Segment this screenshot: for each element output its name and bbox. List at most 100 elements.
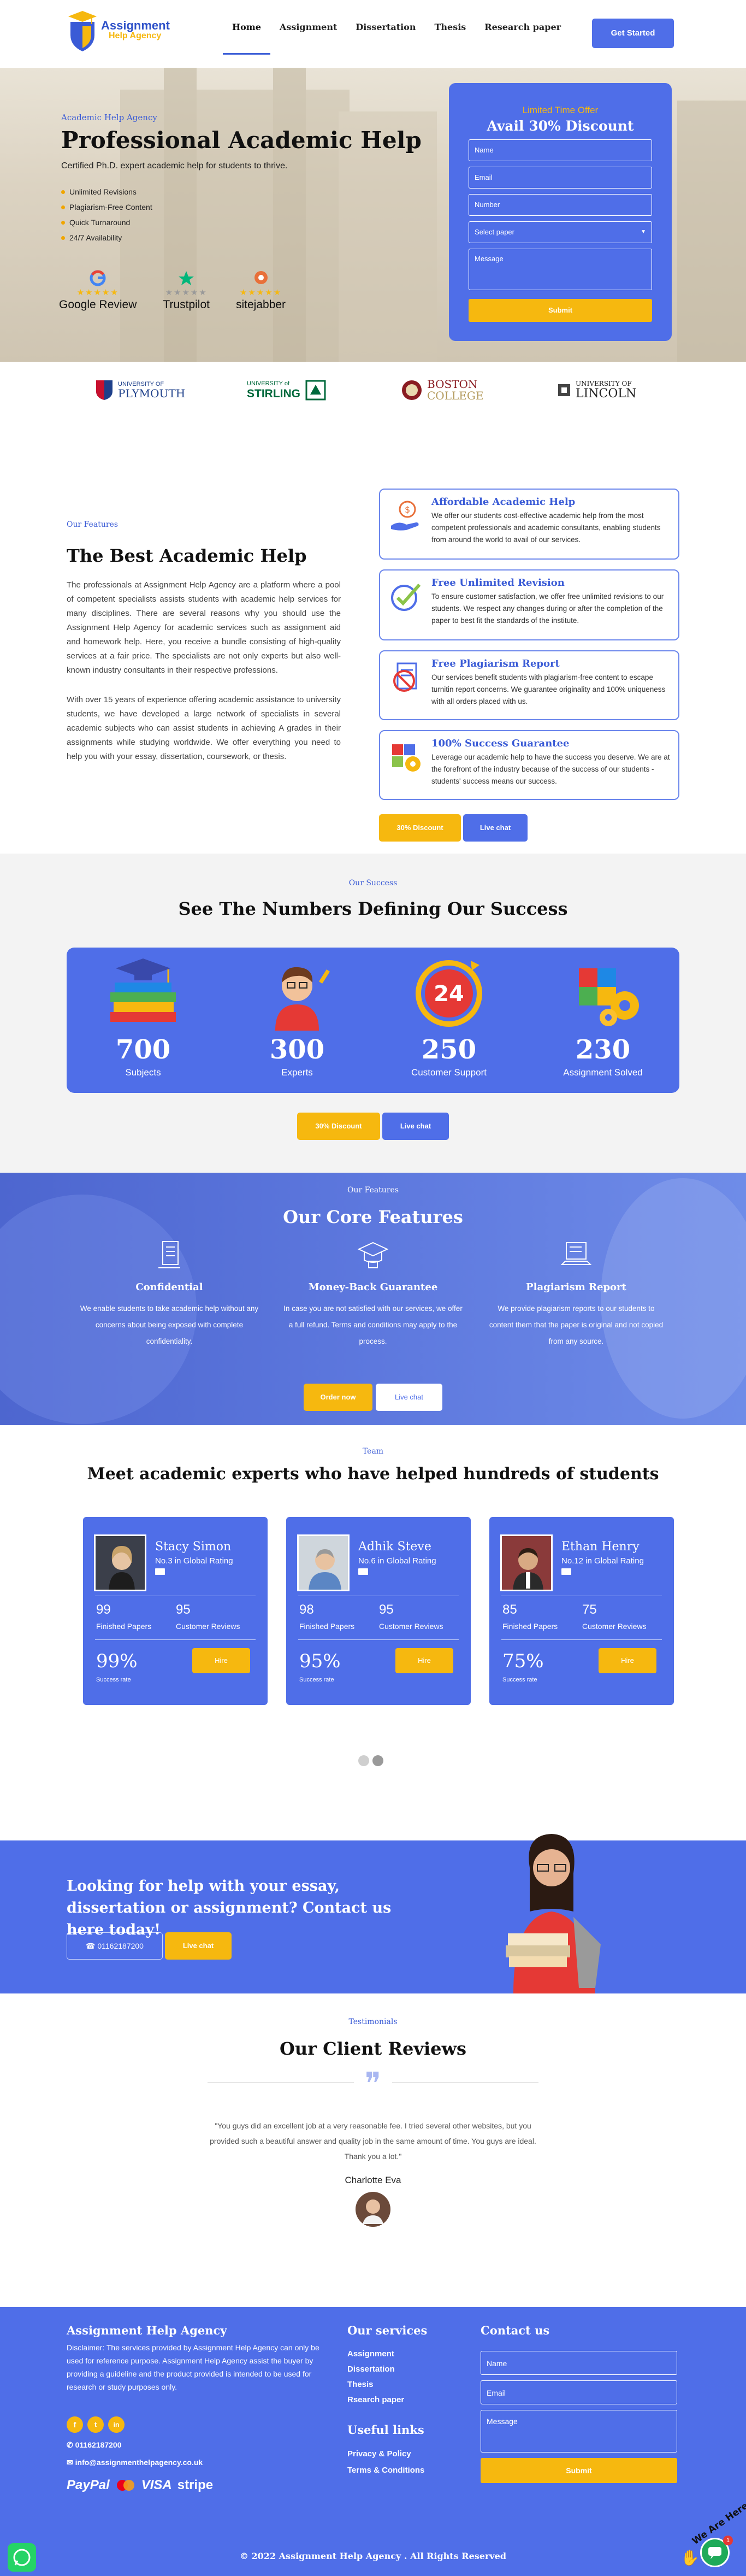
hero-bullet: 24/7 Availability bbox=[61, 233, 422, 242]
twitter-icon[interactable]: t bbox=[87, 2416, 104, 2433]
hero-bullet-list: Unlimited Revisions Plagiarism-Free Cont… bbox=[61, 187, 422, 242]
carousel-dot[interactable] bbox=[358, 1755, 369, 1766]
live-chat-button[interactable]: Live chat bbox=[382, 1113, 449, 1140]
uni-name-line1: UNIVERSITY OF bbox=[576, 380, 632, 388]
footer-contact-title: Contact us bbox=[481, 2324, 550, 2337]
carousel-dots bbox=[358, 1755, 383, 1766]
footer-email[interactable]: ✉ info@assignmenthelpagency.co.uk bbox=[67, 2458, 203, 2467]
core-feature-text: We enable students to take academic help… bbox=[80, 1304, 259, 1345]
hire-button[interactable]: Hire bbox=[599, 1648, 656, 1673]
expert-rank: No.12 in Global Rating bbox=[561, 1556, 644, 1566]
divider bbox=[298, 1639, 459, 1640]
trustpilot-badge[interactable]: ★★★★★ Trustpilot bbox=[163, 270, 210, 311]
discount-button[interactable]: 30% Discount bbox=[379, 814, 461, 842]
books-icon bbox=[110, 958, 176, 1022]
team-title: Meet academic experts who have helped hu… bbox=[87, 1465, 659, 1484]
hire-button[interactable]: Hire bbox=[395, 1648, 453, 1673]
numbers-title: See The Numbers Defining Our Success bbox=[178, 898, 568, 919]
live-chat-button[interactable]: Live chat bbox=[376, 1384, 442, 1411]
get-started-button[interactable]: Get Started bbox=[592, 19, 674, 48]
rating-stars-icon: ★★★★★ bbox=[165, 288, 208, 297]
expert-card: Adhik Steve No.6 in Global Rating 98 Fin… bbox=[286, 1517, 471, 1705]
footer-link-terms[interactable]: Terms & Conditions bbox=[347, 2462, 424, 2479]
live-chat-button[interactable]: Live chat bbox=[165, 1932, 232, 1960]
order-now-button[interactable]: Order now bbox=[304, 1384, 372, 1411]
footer-link-privacy[interactable]: Privacy & Policy bbox=[347, 2446, 424, 2462]
footer-brand: Assignment Help Agency bbox=[67, 2324, 227, 2337]
hero-bullet: Unlimited Revisions bbox=[61, 187, 422, 196]
core-feature-title: Money-Back Guarantee bbox=[308, 1281, 438, 1293]
carousel-dot-active[interactable] bbox=[372, 1755, 383, 1766]
expert-card: Stacy Simon No.3 in Global Rating 99 Fin… bbox=[83, 1517, 268, 1705]
student-girl-image bbox=[506, 1834, 601, 1993]
footer-link-thesis[interactable]: Thesis bbox=[347, 2377, 404, 2392]
nav-thesis[interactable]: Thesis bbox=[425, 0, 475, 55]
form-submit-button[interactable]: Submit bbox=[469, 299, 652, 322]
flag-icon bbox=[155, 1568, 165, 1575]
footer-email-field[interactable]: Email bbox=[481, 2380, 677, 2404]
number-field[interactable]: Number bbox=[469, 194, 652, 216]
facebook-icon[interactable]: f bbox=[67, 2416, 83, 2433]
review-site-name: sitejabber bbox=[236, 298, 286, 311]
nav-research-paper[interactable]: Research paper bbox=[475, 0, 570, 55]
university-logo-plymouth: UNIVERSITY OF PLYMOUTH bbox=[95, 374, 185, 407]
expert-card: Ethan Henry No.12 in Global Rating 85 Fi… bbox=[489, 1517, 674, 1705]
success-rate-value: 95% bbox=[299, 1650, 341, 1672]
nav-home[interactable]: Home bbox=[223, 0, 270, 55]
finished-papers-label: Finished Papers bbox=[502, 1622, 558, 1631]
footer-submit-button[interactable]: Submit bbox=[481, 2458, 677, 2483]
university-logos: UNIVERSITY OF PLYMOUTH UNIVERSITY of STIRL… bbox=[0, 362, 746, 419]
document-icon bbox=[158, 1241, 180, 1268]
features-intro: Our Features The Best Academic Help The … bbox=[67, 520, 341, 764]
stat-experts: 300 Experts bbox=[237, 954, 357, 1078]
stat-value: 230 bbox=[575, 1034, 631, 1065]
review-badges: ★★★★★ Google Review ★★★★★ Trustpilot ★★★… bbox=[59, 270, 286, 311]
features-title: The Best Academic Help bbox=[67, 545, 307, 566]
nav-assignment[interactable]: Assignment bbox=[270, 0, 346, 55]
stirling-crest-icon bbox=[305, 380, 326, 401]
hero-text: Academic Help Agency Professional Academ… bbox=[61, 113, 422, 249]
team-section: Team Meet academic experts who have help… bbox=[0, 1425, 746, 1840]
paper-select[interactable]: Select paper ▼ bbox=[469, 221, 652, 243]
logo[interactable]: Assignment Help Agency bbox=[67, 8, 170, 52]
footer-link-assignment[interactable]: Assignment bbox=[347, 2346, 404, 2362]
testimonials-section: Testimonials Our Client Reviews ❞ "You g… bbox=[0, 1993, 746, 2307]
success-puzzle-icon bbox=[392, 744, 421, 772]
testimonials-title: Our Client Reviews bbox=[279, 2038, 467, 2059]
uni-name-line2: STIRLING bbox=[247, 387, 300, 400]
whatsapp-button[interactable] bbox=[8, 2543, 36, 2572]
expert-person-icon bbox=[275, 967, 330, 1031]
nav-dissertation[interactable]: Dissertation bbox=[346, 0, 425, 55]
stat-label: Customer Support bbox=[411, 1067, 487, 1078]
flag-icon bbox=[358, 1568, 368, 1575]
discount-button[interactable]: 30% Discount bbox=[297, 1113, 380, 1140]
google-review-badge[interactable]: ★★★★★ Google Review bbox=[59, 270, 137, 311]
name-field[interactable]: Name bbox=[469, 139, 652, 161]
live-chat-button[interactable]: Live chat bbox=[463, 814, 528, 842]
chat-widget[interactable]: We Are Here! 1 ✋ bbox=[677, 2498, 746, 2572]
success-rate-label: Success rate bbox=[502, 1677, 537, 1683]
testimonial-quote: "You guys did an excellent job at a very… bbox=[210, 2121, 536, 2161]
finished-papers-count: 99 bbox=[96, 1602, 111, 1617]
footer-phone[interactable]: ✆ 01162187200 bbox=[67, 2440, 122, 2450]
boston-college-text: BOSTON COLLEGE bbox=[427, 379, 483, 402]
chat-unread-badge: 1 bbox=[723, 2536, 733, 2545]
sitejabber-badge[interactable]: ★★★★★ sitejabber bbox=[236, 270, 286, 311]
stat-subjects: 700 Subjects bbox=[83, 954, 203, 1078]
footer-name-field[interactable]: Name bbox=[481, 2351, 677, 2375]
footer-message-field[interactable]: Message bbox=[481, 2410, 677, 2453]
customer-reviews-count: 75 bbox=[582, 1602, 597, 1617]
expert-photo bbox=[500, 1534, 553, 1591]
hire-button[interactable]: Hire bbox=[192, 1648, 250, 1673]
testimonials-eyebrow: Testimonials bbox=[348, 2018, 398, 2026]
uni-name-line2: LINCOLN bbox=[576, 386, 637, 401]
footer-useful-list: Privacy & Policy Terms & Conditions bbox=[347, 2446, 424, 2479]
features-section: Our Features The Best Academic Help The … bbox=[0, 419, 746, 854]
footer-link-dissertation[interactable]: Dissertation bbox=[347, 2362, 404, 2377]
linkedin-icon[interactable]: in bbox=[108, 2416, 125, 2433]
footer-link-research-paper[interactable]: Rsearch paper bbox=[347, 2392, 404, 2408]
message-field[interactable]: Message bbox=[469, 249, 652, 290]
cta-phone-button[interactable]: ☎ 01162187200 bbox=[67, 1932, 163, 1960]
email-field[interactable]: Email bbox=[469, 167, 652, 189]
core-feature-text: In case you are not satisfied with our s… bbox=[283, 1304, 463, 1345]
